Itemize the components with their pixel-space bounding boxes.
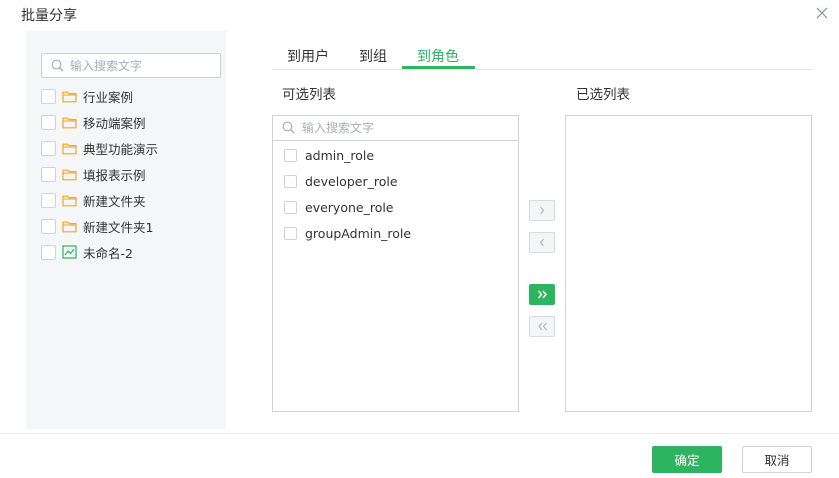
chevron-right-icon xyxy=(540,206,545,215)
tree-item-checkbox[interactable] xyxy=(41,114,56,130)
tree-item-unnamed-2[interactable]: 未命名-2 xyxy=(41,243,221,261)
list-item-admin-role[interactable]: admin_role xyxy=(284,147,374,163)
tree-item-label: 典型功能演示 xyxy=(83,141,159,157)
tab-to-group[interactable]: 到组 xyxy=(359,46,387,66)
move-all-right-button[interactable] xyxy=(529,284,555,305)
move-left-button[interactable] xyxy=(529,232,555,253)
tree-item-form-examples[interactable]: 填报表示例 xyxy=(41,165,221,183)
tree-item-label: 新建文件夹 xyxy=(83,193,146,209)
close-icon[interactable] xyxy=(815,6,829,20)
batch-share-dialog: 批量分享 行业案例 移动端案例 典型功能演示 xyxy=(0,0,839,478)
folder-icon xyxy=(62,116,77,129)
footer-divider xyxy=(0,433,839,434)
tree-item-checkbox[interactable] xyxy=(41,244,56,260)
tree-search-input[interactable] xyxy=(70,56,215,75)
dialog-title: 批量分享 xyxy=(21,8,77,24)
folder-icon xyxy=(62,220,77,233)
role-label: admin_role xyxy=(305,147,375,163)
search-icon xyxy=(282,121,295,134)
resource-tree-panel: 行业案例 移动端案例 典型功能演示 填报表示例 新建文件夹 新建文件夹1 xyxy=(26,31,226,429)
tree-item-label: 行业案例 xyxy=(83,89,134,105)
available-search-box[interactable] xyxy=(273,116,518,141)
folder-icon xyxy=(62,194,77,207)
available-list: admin_role developer_role everyone_role … xyxy=(272,115,519,412)
available-search-input[interactable] xyxy=(302,119,502,137)
tab-to-role[interactable]: 到角色 xyxy=(417,46,459,66)
role-checkbox[interactable] xyxy=(284,174,297,188)
tree-item-feature-demo[interactable]: 典型功能演示 xyxy=(41,139,221,157)
list-item-developer-role[interactable]: developer_role xyxy=(284,173,398,189)
tree-item-new-folder[interactable]: 新建文件夹 xyxy=(41,191,221,209)
available-list-title: 可选列表 xyxy=(282,87,336,103)
double-chevron-right-icon xyxy=(537,290,547,299)
tree-item-checkbox[interactable] xyxy=(41,140,56,156)
selected-list[interactable] xyxy=(565,115,812,412)
selected-list-title: 已选列表 xyxy=(576,87,630,103)
role-checkbox[interactable] xyxy=(284,148,297,162)
confirm-button[interactable]: 确定 xyxy=(652,446,722,473)
tree-item-label: 未命名-2 xyxy=(83,245,133,261)
tab-to-user[interactable]: 到用户 xyxy=(287,46,329,66)
tree-item-label: 新建文件夹1 xyxy=(83,219,154,235)
folder-icon xyxy=(62,168,77,181)
active-tab-indicator xyxy=(402,66,475,69)
tree-item-industry-cases[interactable]: 行业案例 xyxy=(41,87,221,105)
tree-item-new-folder-1[interactable]: 新建文件夹1 xyxy=(41,217,221,235)
tree-item-checkbox[interactable] xyxy=(41,192,56,208)
tree-item-label: 移动端案例 xyxy=(83,115,146,131)
search-icon xyxy=(51,59,64,72)
role-label: groupAdmin_role xyxy=(305,225,412,241)
folder-icon xyxy=(62,90,77,103)
tree-item-label: 填报表示例 xyxy=(83,167,146,183)
tree-item-checkbox[interactable] xyxy=(41,166,56,182)
move-right-button[interactable] xyxy=(529,200,555,221)
role-label: everyone_role xyxy=(305,199,394,215)
dialog-header: 批量分享 xyxy=(0,0,839,30)
role-checkbox[interactable] xyxy=(284,200,297,214)
tree-search-box[interactable] xyxy=(41,53,221,78)
chevron-left-icon xyxy=(539,238,544,247)
move-all-left-button[interactable] xyxy=(529,316,555,337)
double-chevron-left-icon xyxy=(537,322,547,331)
line-chart-icon xyxy=(62,245,77,259)
share-target-tabs: 到用户 到组 到角色 xyxy=(272,44,812,70)
cancel-button[interactable]: 取消 xyxy=(742,446,812,473)
tree-item-checkbox[interactable] xyxy=(41,88,56,104)
list-item-groupadmin-role[interactable]: groupAdmin_role xyxy=(284,225,411,241)
folder-icon xyxy=(62,142,77,155)
role-label: developer_role xyxy=(305,173,398,189)
list-item-everyone-role[interactable]: everyone_role xyxy=(284,199,394,215)
tree-item-checkbox[interactable] xyxy=(41,218,56,234)
role-checkbox[interactable] xyxy=(284,226,297,240)
tree-item-mobile-cases[interactable]: 移动端案例 xyxy=(41,113,221,131)
